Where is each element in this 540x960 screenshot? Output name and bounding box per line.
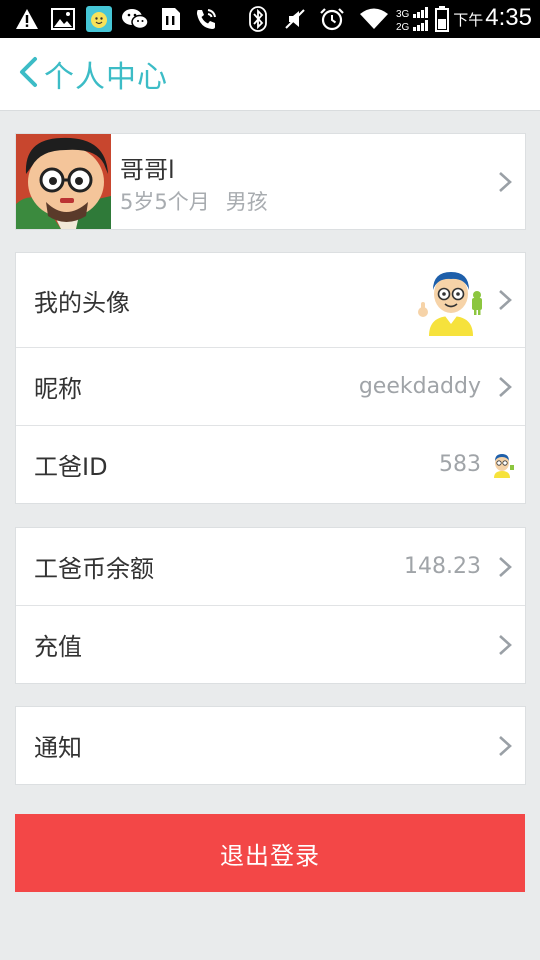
- avatar-row-label: 我的头像: [34, 288, 130, 317]
- recharge-label: 充值: [34, 633, 82, 661]
- notify-card: 通知: [15, 706, 526, 785]
- child-gender: 男孩: [225, 190, 268, 214]
- recharge-row[interactable]: 充值: [16, 606, 525, 683]
- status-bar: 3G 2G 下午 4:35: [0, 0, 540, 38]
- child-avatar: [16, 134, 111, 229]
- svg-text:3G: 3G: [396, 9, 410, 20]
- profile-card[interactable]: 哥哥l 5岁5个月 男孩: [15, 133, 526, 230]
- clock-time: 4:35: [485, 4, 532, 31]
- nickname-value: geekdaddy: [358, 374, 481, 399]
- balance-row[interactable]: 工爸币余额 148.23: [16, 528, 525, 606]
- user-id-row: 工爸ID 583: [16, 426, 525, 503]
- wechat-icon: [120, 5, 150, 33]
- wallet-card: 工爸币余额 148.23 充值: [15, 527, 526, 684]
- user-id-label: 工爸ID: [34, 453, 108, 481]
- bluetooth-icon: [248, 5, 268, 33]
- page-header: 个人中心: [0, 38, 540, 111]
- chevron-right-icon: [497, 289, 513, 311]
- sim-icon: [160, 5, 182, 33]
- notification-row[interactable]: 通知: [16, 707, 525, 784]
- clock-ampm: 下午: [453, 12, 484, 29]
- chevron-right-icon: [497, 634, 513, 656]
- balance-value: 148.23: [404, 554, 481, 579]
- nickname-label: 昵称: [34, 375, 82, 403]
- user-avatar: [415, 264, 487, 336]
- image-icon: [50, 5, 76, 33]
- chevron-left-icon: [18, 56, 38, 92]
- child-age: 5岁5个月: [120, 190, 210, 214]
- avatar-row[interactable]: 我的头像: [16, 253, 525, 348]
- mute-icon: [282, 5, 308, 33]
- notification-label: 通知: [34, 734, 82, 762]
- clock: 下午 4:35: [453, 4, 532, 34]
- child-name: 哥哥l: [120, 156, 175, 184]
- back-button[interactable]: 个人中心: [18, 52, 168, 96]
- chevron-right-icon: [497, 376, 513, 398]
- phone-call-icon: [193, 5, 219, 33]
- chevron-right-icon: [497, 171, 513, 193]
- mascot-icon: [489, 452, 515, 478]
- child-info: 5岁5个月 男孩: [120, 186, 268, 216]
- account-card: 我的头像 昵称 geekdaddy 工爸ID 583: [15, 252, 526, 504]
- battery-icon: [434, 5, 450, 33]
- baby-app-icon: [85, 5, 113, 33]
- wifi-icon: [358, 5, 390, 33]
- chevron-right-icon: [497, 556, 513, 578]
- svg-text:2G: 2G: [396, 22, 410, 32]
- warning-icon: [14, 5, 40, 33]
- chevron-right-icon: [497, 735, 513, 757]
- signal-icon: 3G 2G: [396, 5, 430, 33]
- page-title: 个人中心: [44, 60, 168, 95]
- user-id-value: 583: [439, 452, 481, 477]
- nickname-row[interactable]: 昵称 geekdaddy: [16, 348, 525, 426]
- alarm-icon: [318, 5, 346, 33]
- logout-button[interactable]: 退出登录: [15, 814, 525, 892]
- balance-label: 工爸币余额: [34, 555, 154, 583]
